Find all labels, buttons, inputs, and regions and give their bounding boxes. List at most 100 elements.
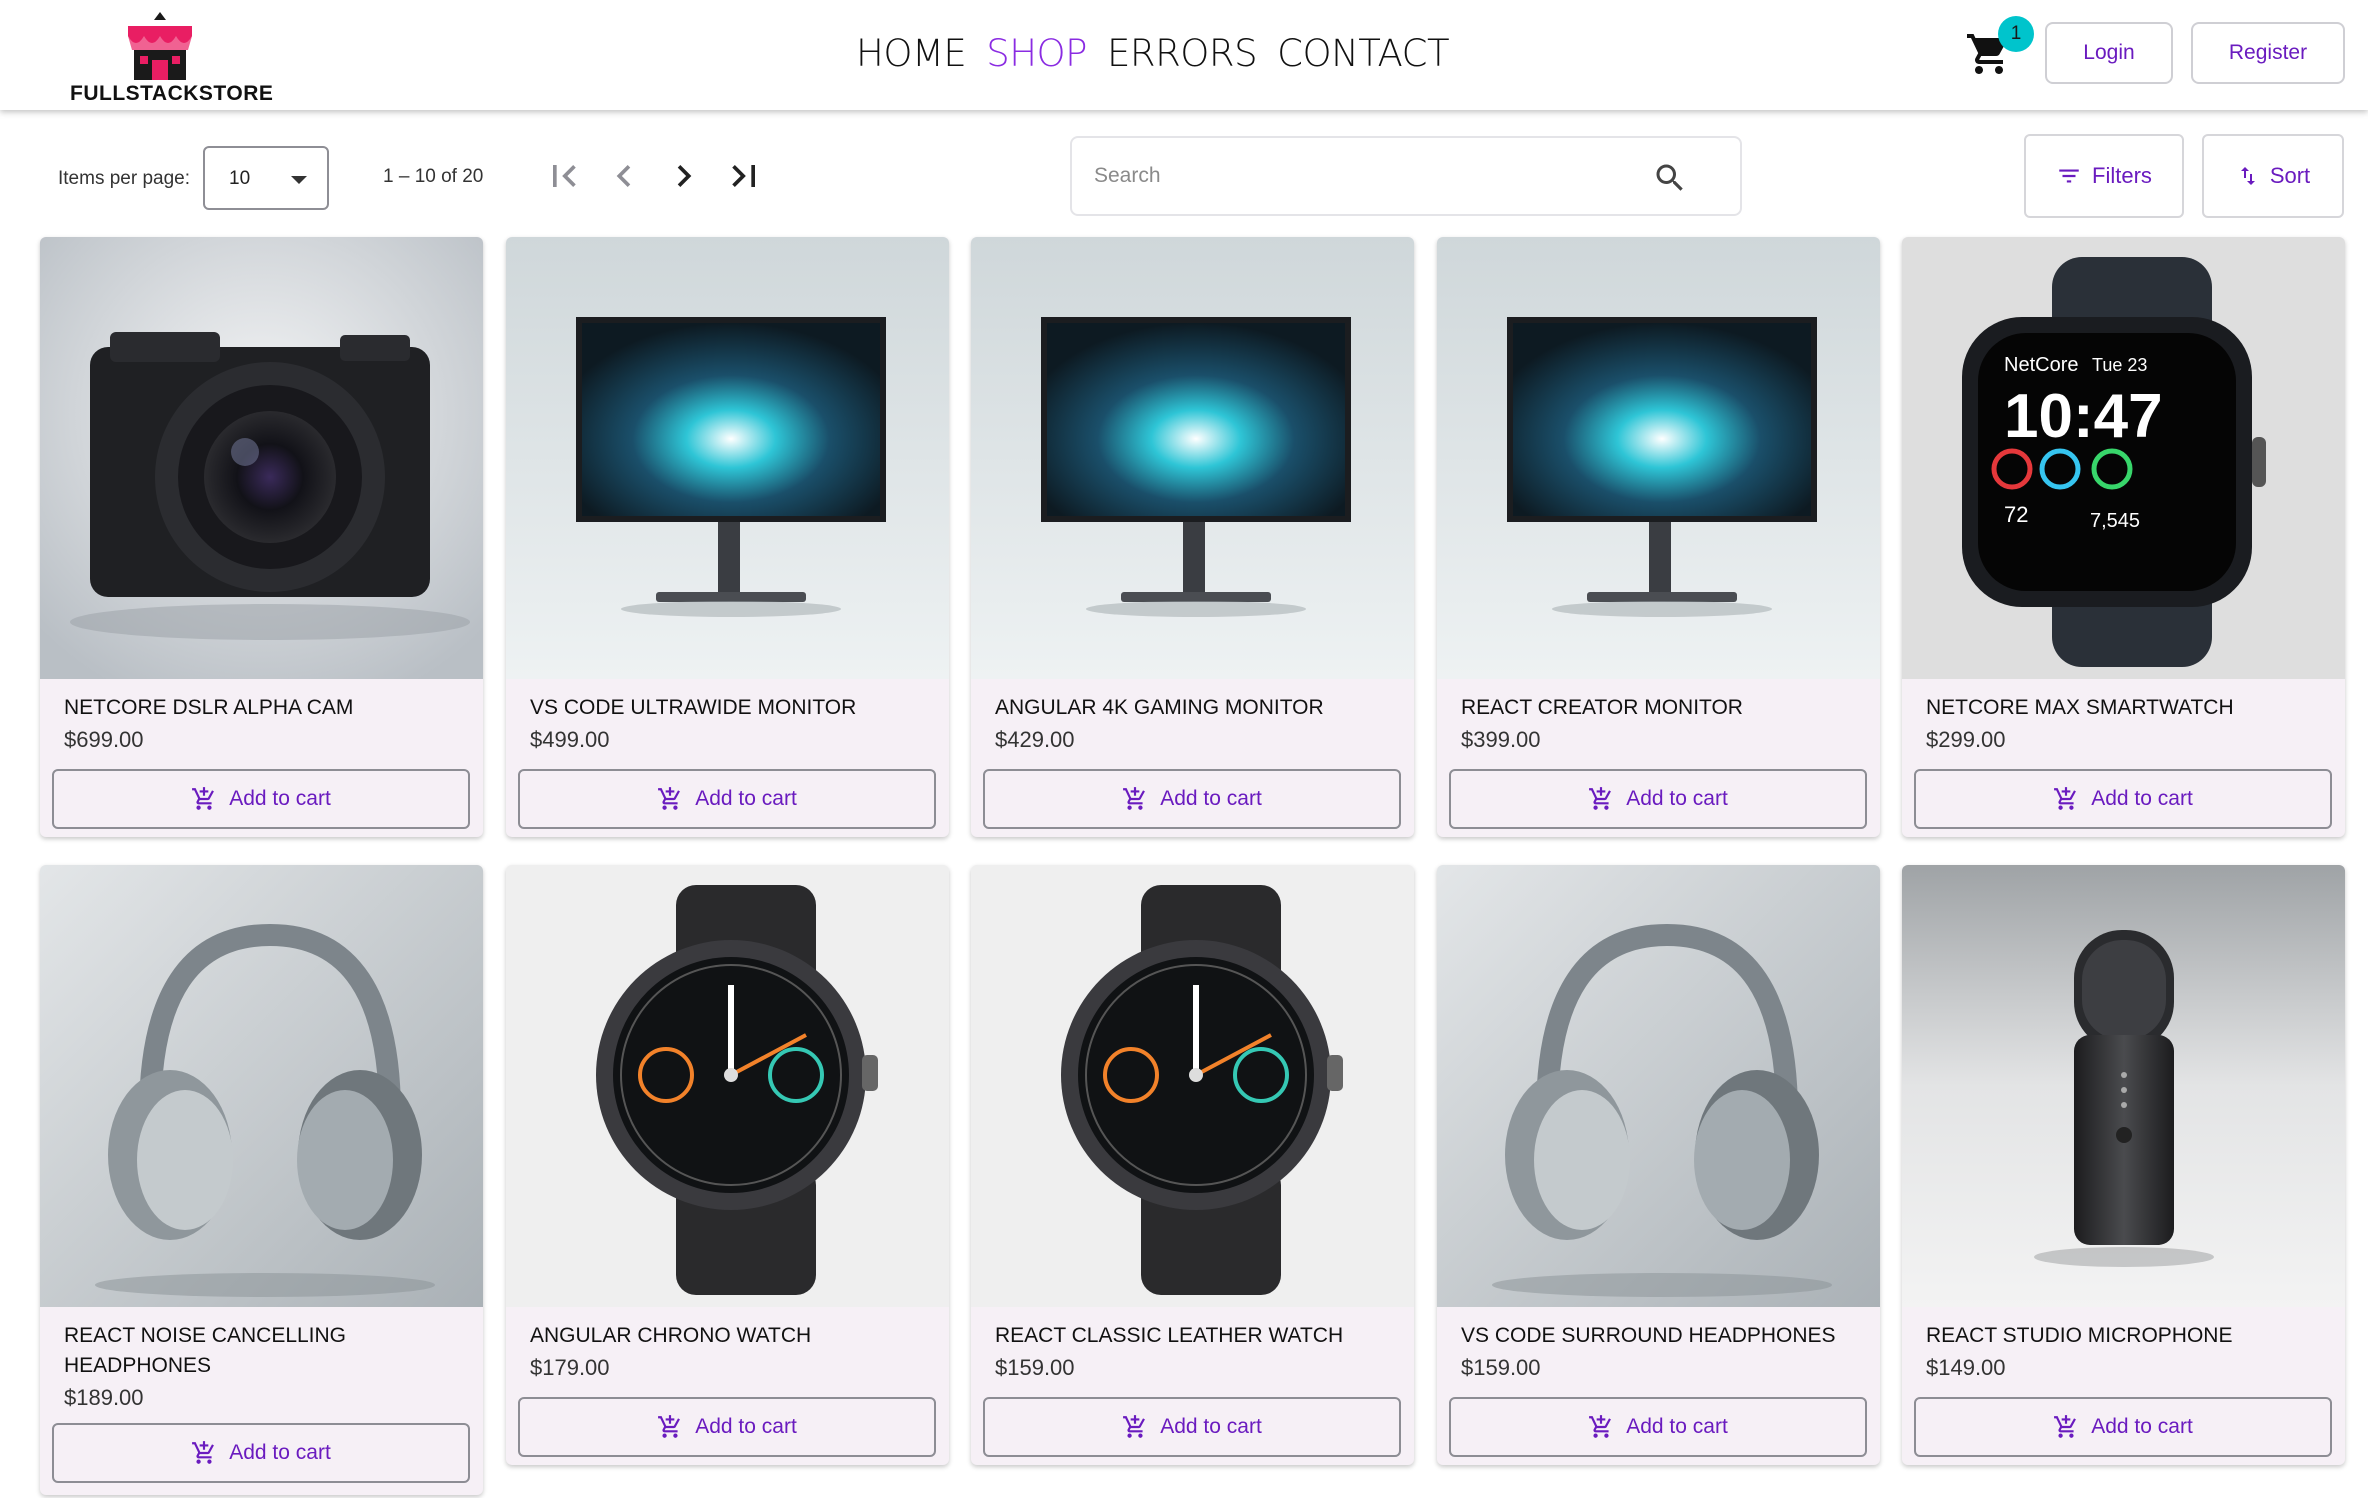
first-page-icon: [553, 165, 576, 187]
svg-text:72: 72: [2004, 502, 2028, 527]
product-card[interactable]: VS CODE SURROUND HEADPHONES $159.00 Add to…: [1437, 865, 1880, 1465]
product-image[interactable]: [971, 237, 1414, 679]
product-card[interactable]: REACT CLASSIC LEATHER WATCH $159.00 Add to…: [971, 865, 1414, 1465]
cart-count-badge: 1: [1998, 16, 2034, 52]
svg-text:10:47: 10:47: [2004, 382, 2163, 451]
add-to-cart-button[interactable]: Add to cart: [518, 769, 936, 829]
product-image[interactable]: [40, 865, 483, 1307]
product-price: $159.00: [1461, 1355, 1541, 1380]
first-page-button[interactable]: [542, 154, 586, 198]
product-name: REACT NOISE CANCELLING HEADPHONES: [64, 1324, 347, 1377]
filter-list-icon: [2059, 169, 2079, 183]
add-to-cart-button[interactable]: Add to cart: [983, 1397, 1401, 1457]
product-image[interactable]: [1902, 865, 2345, 1307]
add-to-cart-button[interactable]: Add to cart: [1449, 1397, 1867, 1457]
add-to-cart-label: Add to cart: [229, 1441, 331, 1464]
shop-toolbar: Items per page: 10 1 – 10 of 20 Filters …: [0, 110, 2368, 230]
product-card[interactable]: REACT NOISE CANCELLING HEADPHONES $189.00…: [40, 865, 483, 1495]
product-price: $149.00: [1926, 1355, 2006, 1380]
product-image[interactable]: [40, 237, 483, 679]
add-shopping-cart-icon: [658, 787, 681, 810]
add-to-cart-label: Add to cart: [229, 787, 331, 810]
nav-home[interactable]: HOME: [856, 32, 967, 75]
last-page-icon: [732, 165, 755, 187]
product-name: NETCORE MAX SMARTWATCH: [1926, 696, 2234, 719]
add-to-cart-label: Add to cart: [695, 787, 797, 810]
product-image[interactable]: [1437, 237, 1880, 679]
product-price: $179.00: [530, 1355, 610, 1380]
product-image[interactable]: [506, 237, 949, 679]
product-card[interactable]: NetCore Tue 23 10:47 72 7,545 NETCORE MAX SMA…: [1902, 237, 2345, 837]
product-card[interactable]: VS CODE ULTRAWIDE MONITOR $499.00 Add to c…: [506, 237, 949, 837]
items-per-page-select[interactable]: 10: [203, 146, 329, 210]
chevron-left-icon: [616, 165, 631, 187]
add-shopping-cart-icon: [1589, 787, 1612, 810]
search-icon[interactable]: [1652, 160, 1688, 201]
paginator-range: 1 – 10 of 20: [383, 166, 484, 187]
add-shopping-cart-icon: [658, 1415, 681, 1438]
sort-button[interactable]: Sort: [2202, 134, 2344, 218]
nav-shop[interactable]: SHOP: [986, 32, 1087, 75]
product-card[interactable]: ANGULAR CHRONO WATCH $179.00 Add to cart: [506, 865, 949, 1465]
product-price: $189.00: [64, 1385, 144, 1410]
product-image[interactable]: [506, 865, 949, 1307]
product-price: $499.00: [530, 727, 610, 752]
swap-vert-icon: [2240, 167, 2255, 185]
add-to-cart-button[interactable]: Add to cart: [1914, 769, 2332, 829]
svg-text:Tue 23: Tue 23: [2092, 355, 2147, 375]
nav-errors[interactable]: ERRORS: [1107, 32, 1258, 75]
filters-label: Filters: [2092, 163, 2152, 188]
product-name: REACT CLASSIC LEATHER WATCH: [995, 1324, 1344, 1347]
svg-text:7,545: 7,545: [2090, 510, 2140, 532]
add-to-cart-label: Add to cart: [1626, 787, 1728, 810]
add-to-cart-button[interactable]: Add to cart: [518, 1397, 936, 1457]
login-button[interactable]: Login: [2045, 22, 2173, 84]
filters-button[interactable]: Filters: [2024, 134, 2184, 218]
product-name: NETCORE DSLR ALPHA CAM: [64, 696, 354, 719]
product-price: $699.00: [64, 727, 144, 752]
items-per-page-label: Items per page:: [58, 168, 191, 189]
product-card[interactable]: NETCORE DSLR ALPHA CAM $699.00 Add to cart: [40, 237, 483, 837]
add-to-cart-label: Add to cart: [695, 1415, 797, 1438]
product-image[interactable]: NetCore Tue 23 10:47 72 7,545: [1902, 237, 2345, 679]
product-card[interactable]: REACT STUDIO MICROPHONE $149.00 Add to car…: [1902, 865, 2345, 1465]
add-to-cart-label: Add to cart: [1160, 1415, 1262, 1438]
nav-contact[interactable]: CONTACT: [1277, 32, 1449, 75]
previous-page-button[interactable]: [602, 154, 646, 198]
add-to-cart-label: Add to cart: [1626, 1415, 1728, 1438]
add-to-cart-label: Add to cart: [2091, 1415, 2193, 1438]
product-card[interactable]: REACT CREATOR MONITOR $399.00 Add to cart: [1437, 237, 1880, 837]
dropdown-arrow-icon: [291, 176, 307, 184]
last-page-button[interactable]: [722, 154, 766, 198]
items-per-page-value: 10: [229, 168, 251, 189]
add-to-cart-label: Add to cart: [2091, 787, 2193, 810]
product-name: ANGULAR 4K GAMING MONITOR: [995, 696, 1324, 719]
add-to-cart-button[interactable]: Add to cart: [52, 1423, 470, 1483]
add-to-cart-button[interactable]: Add to cart: [983, 769, 1401, 829]
product-price: $159.00: [995, 1355, 1075, 1380]
add-shopping-cart-icon: [1123, 1415, 1146, 1438]
add-to-cart-button[interactable]: Add to cart: [1914, 1397, 2332, 1457]
add-to-cart-button[interactable]: Add to cart: [52, 769, 470, 829]
add-shopping-cart-icon: [2054, 787, 2077, 810]
sort-label: Sort: [2269, 163, 2311, 188]
chevron-right-icon: [677, 165, 692, 187]
svg-text:NetCore: NetCore: [2004, 354, 2078, 376]
store-logo[interactable]: FULLSTACKSTORE: [70, 10, 274, 106]
store-logo-text: FULLSTACKSTORE: [70, 82, 274, 105]
product-name: VS CODE ULTRAWIDE MONITOR: [530, 696, 857, 719]
register-button[interactable]: Register: [2191, 22, 2345, 84]
product-card[interactable]: ANGULAR 4K GAMING MONITOR $429.00 Add to c…: [971, 237, 1414, 837]
add-shopping-cart-icon: [2054, 1415, 2077, 1438]
next-page-button[interactable]: [662, 154, 706, 198]
add-to-cart-button[interactable]: Add to cart: [1449, 769, 1867, 829]
product-name: REACT CREATOR MONITOR: [1461, 696, 1743, 719]
product-image[interactable]: [1437, 865, 1880, 1307]
product-name: REACT STUDIO MICROPHONE: [1926, 1324, 2233, 1347]
search-input[interactable]: [1094, 164, 1634, 188]
product-name: VS CODE SURROUND HEADPHONES: [1461, 1324, 1836, 1347]
add-shopping-cart-icon: [192, 1441, 215, 1464]
product-image[interactable]: [971, 865, 1414, 1307]
product-price: $399.00: [1461, 727, 1541, 752]
add-to-cart-label: Add to cart: [1160, 787, 1262, 810]
